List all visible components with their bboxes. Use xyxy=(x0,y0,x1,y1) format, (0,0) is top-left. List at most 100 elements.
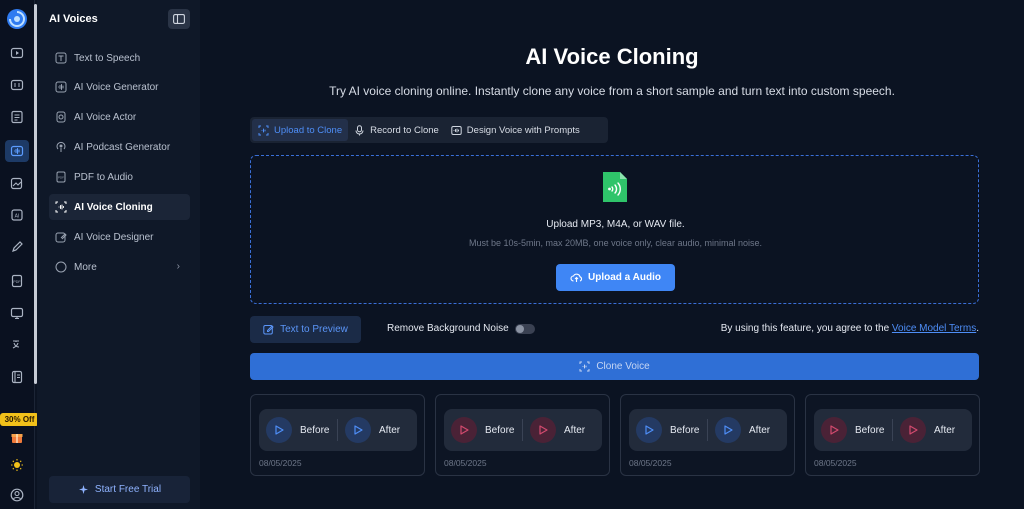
upload-title: Upload MP3, M4A, or WAV file. xyxy=(546,219,685,230)
page-title: AI Voice Cloning xyxy=(525,44,699,69)
after-play-button[interactable]: After xyxy=(893,417,971,443)
sample-date: 08/05/2025 xyxy=(259,458,302,468)
tab-label: Record to Clone xyxy=(370,124,439,136)
sidebar-toggle-icon xyxy=(173,14,185,24)
play-icon xyxy=(821,417,847,443)
podcast-icon xyxy=(55,141,67,153)
after-label: After xyxy=(379,424,401,436)
svg-text:PDF: PDF xyxy=(58,176,64,180)
after-label: After xyxy=(934,424,956,436)
pdf-icon: PDF xyxy=(55,171,67,183)
more-icon xyxy=(55,261,67,273)
promo-badge[interactable]: 30% Off xyxy=(0,413,39,426)
sample-card: Before After 08/05/2025 xyxy=(250,394,425,476)
microphone-icon xyxy=(354,124,365,136)
tab-label: Design Voice with Prompts xyxy=(466,124,580,136)
document-icon[interactable] xyxy=(8,108,26,126)
edit-icon xyxy=(263,325,274,335)
terms-prefix: By using this feature, you agree to the xyxy=(720,323,890,334)
remove-noise-label: Remove Background Noise xyxy=(387,323,509,334)
play-icon xyxy=(530,417,556,443)
ai-voices-icon[interactable] xyxy=(5,140,29,162)
icon-rail: AI PDF 30% Off xyxy=(0,0,39,509)
image-edit-icon[interactable] xyxy=(8,174,26,192)
before-play-button[interactable]: Before xyxy=(814,417,892,443)
remove-noise-option: Remove Background Noise xyxy=(387,323,535,334)
svg-text:AI: AI xyxy=(15,213,20,219)
ai-chip-icon[interactable]: AI xyxy=(8,206,26,224)
pen-icon[interactable] xyxy=(8,238,26,256)
after-label: After xyxy=(564,424,586,436)
translate-icon[interactable] xyxy=(8,336,26,354)
clone-mode-tabs: Upload to Clone Record to Clone Design V… xyxy=(250,117,608,143)
text-icon xyxy=(55,52,67,64)
terms-suffix: . xyxy=(976,323,979,334)
upload-audio-button[interactable]: Upload a Audio xyxy=(556,264,675,291)
sparkle-icon xyxy=(78,485,88,494)
collapse-sidebar-button[interactable] xyxy=(168,9,190,29)
sidebar-item-label: Text to Speech xyxy=(74,52,141,64)
sidebar-item-more[interactable]: More › xyxy=(49,254,190,280)
sidebar-item-text-to-speech[interactable]: Text to Speech xyxy=(49,45,190,71)
tab-label: Upload to Clone xyxy=(274,124,343,136)
sample-date: 08/05/2025 xyxy=(629,458,672,468)
sample-player: Before After xyxy=(814,409,972,451)
designer-icon xyxy=(55,231,67,243)
clone-voice-button[interactable]: Clone Voice xyxy=(250,353,979,380)
captions-icon[interactable] xyxy=(8,76,26,94)
sidebar-item-label: AI Podcast Generator xyxy=(74,141,171,153)
cloud-upload-icon xyxy=(570,273,583,282)
sun-icon[interactable] xyxy=(8,456,26,474)
sample-card: Before After 08/05/2025 xyxy=(435,394,610,476)
text-to-preview-label: Text to Preview xyxy=(280,324,348,335)
upload-hint: Must be 10s-5min, max 20MB, one voice on… xyxy=(469,238,762,248)
waveform-icon xyxy=(55,81,67,93)
tab-upload-to-clone[interactable]: Upload to Clone xyxy=(252,119,349,141)
notebook-icon[interactable] xyxy=(8,368,26,386)
play-icon xyxy=(451,417,477,443)
sample-card: Before After 08/05/2025 xyxy=(620,394,795,476)
after-play-button[interactable]: After xyxy=(338,417,416,443)
voice-model-terms-link[interactable]: Voice Model Terms xyxy=(892,323,976,334)
page-subtitle: Try AI voice cloning online. Instantly c… xyxy=(329,84,895,98)
sidebar-item-ai-voice-generator[interactable]: AI Voice Generator xyxy=(49,74,190,100)
before-play-button[interactable]: Before xyxy=(629,417,707,443)
sample-date: 08/05/2025 xyxy=(444,458,487,468)
start-free-trial-button[interactable]: Start Free Trial xyxy=(49,476,190,503)
before-label: Before xyxy=(485,424,515,436)
play-icon xyxy=(636,417,662,443)
after-label: After xyxy=(749,424,771,436)
presentation-icon[interactable] xyxy=(8,304,26,322)
before-play-button[interactable]: Before xyxy=(259,417,337,443)
sidebar-item-ai-voice-designer[interactable]: AI Voice Designer xyxy=(49,224,190,250)
main-content: AI Voice Cloning Try AI voice cloning on… xyxy=(200,0,1024,509)
logo-icon[interactable] xyxy=(6,8,28,30)
clone-voice-label: Clone Voice xyxy=(596,361,650,372)
svg-text:PDF: PDF xyxy=(13,280,21,284)
play-icon xyxy=(345,417,371,443)
sidebar-item-ai-podcast-generator[interactable]: AI Podcast Generator xyxy=(49,134,190,160)
before-play-button[interactable]: Before xyxy=(444,417,522,443)
remove-noise-toggle[interactable] xyxy=(514,323,535,334)
sidebar-item-pdf-to-audio[interactable]: PDF PDF to Audio xyxy=(49,164,190,190)
audio-file-icon xyxy=(603,172,627,202)
after-play-button[interactable]: After xyxy=(523,417,601,443)
sidebar-item-ai-voice-cloning[interactable]: AI Voice Cloning xyxy=(49,194,190,220)
video-icon[interactable] xyxy=(8,44,26,62)
sidebar-item-ai-voice-actor[interactable]: AI Voice Actor xyxy=(49,104,190,130)
gift-icon[interactable] xyxy=(8,428,26,446)
terms-notice: By using this feature, you agree to the … xyxy=(721,323,979,334)
sample-player: Before After xyxy=(629,409,787,451)
before-label: Before xyxy=(670,424,700,436)
before-label: Before xyxy=(300,424,330,436)
tab-record-to-clone[interactable]: Record to Clone xyxy=(348,119,445,141)
user-icon[interactable] xyxy=(8,486,26,504)
pdf-icon[interactable]: PDF xyxy=(8,272,26,290)
upload-dropzone[interactable]: Upload MP3, M4A, or WAV file. Must be 10… xyxy=(250,155,979,304)
sidebar-item-label: PDF to Audio xyxy=(74,171,133,183)
tab-design-voice-with-prompts[interactable]: Design Voice with Prompts xyxy=(445,119,586,141)
text-to-preview-button[interactable]: Text to Preview xyxy=(250,316,361,343)
after-play-button[interactable]: After xyxy=(708,417,786,443)
before-label: Before xyxy=(855,424,885,436)
upload-button-label: Upload a Audio xyxy=(588,272,661,283)
